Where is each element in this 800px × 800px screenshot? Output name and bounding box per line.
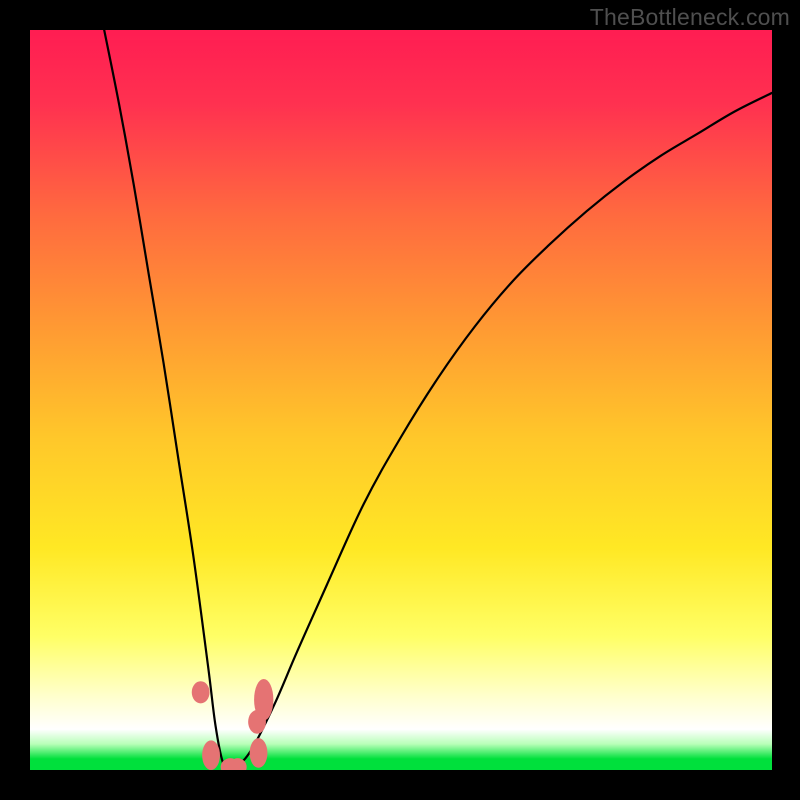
curve-marker <box>248 710 266 734</box>
plot-area <box>30 30 772 770</box>
gradient-background <box>30 30 772 770</box>
bottleneck-chart <box>30 30 772 770</box>
curve-marker <box>192 681 210 703</box>
watermark-text: TheBottleneck.com <box>590 4 790 31</box>
curve-marker <box>202 740 220 770</box>
chart-frame: TheBottleneck.com <box>0 0 800 800</box>
curve-marker <box>250 738 268 768</box>
